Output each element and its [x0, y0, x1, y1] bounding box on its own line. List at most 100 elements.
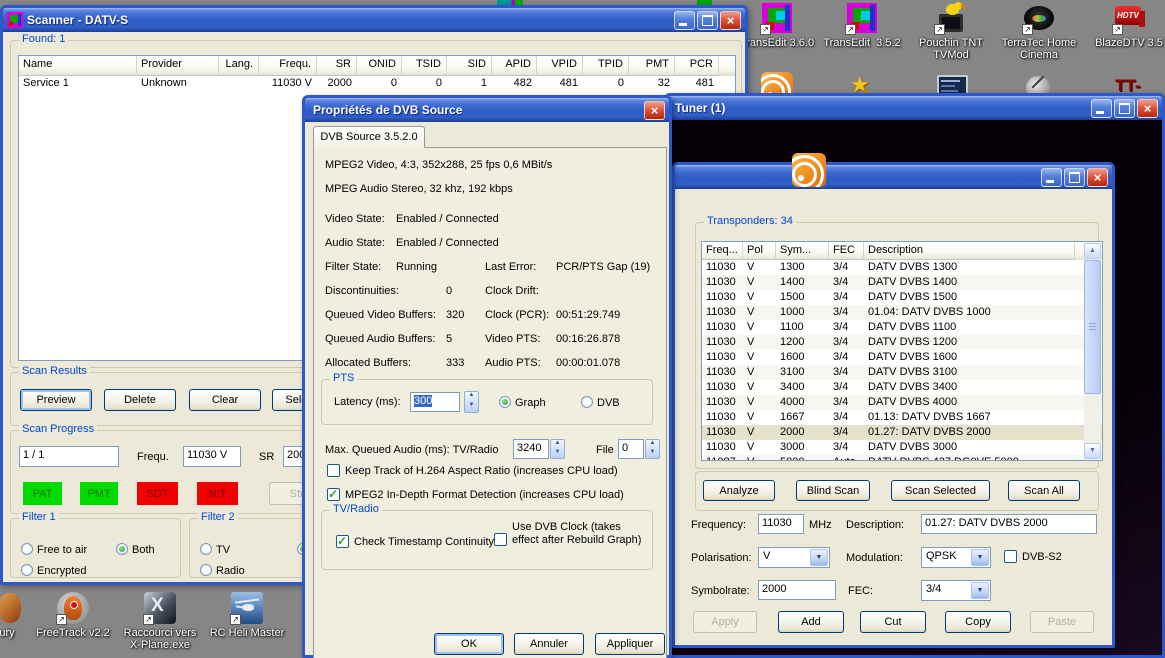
frequ-field[interactable]: 11030 V: [183, 446, 241, 467]
chevron-down-icon[interactable]: ▼: [810, 549, 828, 566]
dialog-titlebar[interactable]: Propriétés de DVB Source ×: [305, 98, 669, 122]
h264-aspect-checkbox[interactable]: [327, 464, 340, 477]
frequency-field[interactable]: 11030: [758, 514, 804, 534]
transponder-column-header[interactable]: Description: [864, 242, 1075, 260]
close-button[interactable]: ×: [644, 101, 665, 120]
service-row[interactable]: Service 1Unknown11030 V20000014824810324…: [19, 76, 735, 94]
scanner-column-header[interactable]: VPID: [537, 56, 583, 76]
minimize-button[interactable]: [1041, 168, 1062, 187]
free-to-air-radio[interactable]: [21, 543, 33, 555]
apply-button[interactable]: Apply: [693, 611, 757, 633]
clear-button[interactable]: Clear: [189, 389, 261, 411]
transponder-row[interactable]: 11030V12003/4DATV DVBS 1200: [702, 335, 1102, 350]
scanner-column-header[interactable]: TSID: [402, 56, 447, 76]
file-field[interactable]: 0: [618, 439, 644, 459]
transponder-row[interactable]: 11030V11003/4DATV DVBS 1100: [702, 320, 1102, 335]
encrypted-radio[interactable]: [21, 564, 33, 576]
transponder-row[interactable]: 11030V15003/4DATV DVBS 1500: [702, 290, 1102, 305]
transponder-row[interactable]: 11030V10003/401.04: DATV DVBS 1000: [702, 305, 1102, 320]
progress-field[interactable]: 1 / 1: [19, 446, 119, 467]
transponder-column-header[interactable]: Pol: [743, 242, 776, 260]
max-queued-spinner[interactable]: ▲▼: [550, 439, 565, 459]
mpeg2-indepth-checkbox[interactable]: [327, 488, 340, 501]
maximize-button[interactable]: [697, 11, 718, 30]
transedit-titlebar[interactable]: ×: [675, 165, 1112, 189]
tuner-titlebar[interactable]: Tuner (1) ×: [667, 96, 1162, 120]
radio-radio[interactable]: [200, 564, 212, 576]
close-button[interactable]: ×: [1087, 168, 1108, 187]
transponder-row[interactable]: 11030V31003/4DATV DVBS 3100: [702, 365, 1102, 380]
transponder-list[interactable]: Freq...PolSym...FECDescription 11030V130…: [701, 241, 1103, 461]
apply-button[interactable]: Appliquer: [595, 633, 665, 655]
scroll-down-button[interactable]: ▼: [1084, 443, 1101, 459]
minimize-button[interactable]: [674, 11, 695, 30]
desktop-icon-xplane[interactable]: X ↗ Raccourci vers X-Plane.exe: [118, 592, 202, 651]
vertical-scrollbar[interactable]: ▲ ▼: [1084, 243, 1101, 459]
dvb-radio[interactable]: [581, 396, 593, 408]
graph-radio[interactable]: [499, 396, 511, 408]
scroll-up-button[interactable]: ▲: [1084, 243, 1101, 259]
transponder-column-header[interactable]: Sym...: [776, 242, 829, 260]
chevron-down-icon[interactable]: ▼: [971, 549, 989, 566]
desktop-icon-transedit-352[interactable]: ↗ TransEdit 3.5.2: [820, 2, 904, 49]
cancel-button[interactable]: Annuler: [514, 633, 584, 655]
max-queued-audio-field[interactable]: 3240: [513, 439, 549, 459]
scanner-column-header[interactable]: ONID: [357, 56, 402, 76]
modulation-combo[interactable]: QPSK ▼: [921, 547, 991, 568]
scanner-column-header[interactable]: PMT: [629, 56, 675, 76]
desktop-icon-freetrack[interactable]: ↗ FreeTrack v2.2: [31, 592, 115, 639]
desktop-icon-terratec[interactable]: ↗ TerraTec Home Cinema: [997, 2, 1081, 61]
transponder-row[interactable]: 11030V16003/4DATV DVBS 1600: [702, 350, 1102, 365]
symbolrate-field[interactable]: 2000: [758, 580, 836, 600]
desktop-icon-rcheli[interactable]: ↗ RC Heli Master: [205, 592, 289, 639]
scanner-column-header[interactable]: TPID: [583, 56, 629, 76]
preview-button[interactable]: Preview: [20, 389, 92, 411]
analyze-button[interactable]: Analyze: [703, 480, 775, 501]
fec-combo[interactable]: 3/4 ▼: [921, 580, 991, 601]
scanner-column-header[interactable]: Name: [19, 56, 137, 76]
scanner-column-header[interactable]: Provider: [137, 56, 219, 76]
cut-button[interactable]: Cut: [860, 611, 926, 633]
maximize-button[interactable]: [1064, 168, 1085, 187]
transponder-row[interactable]: 11030V34003/4DATV DVBS 3400: [702, 380, 1102, 395]
desktop-icon-blazedtv[interactable]: HDTV ↗ BlazeDTV 3.5: [1087, 2, 1165, 49]
desktop-icon-pouchin-tnt[interactable]: ↗ Pouchin TNT TVMod: [909, 2, 993, 61]
transponder-row[interactable]: 11030V30003/4DATV DVBS 3000: [702, 440, 1102, 455]
delete-button[interactable]: Delete: [104, 389, 176, 411]
transponder-row[interactable]: 11030V40003/4DATV DVBS 4000: [702, 395, 1102, 410]
scan-selected-button[interactable]: Scan Selected: [891, 480, 990, 501]
scanner-titlebar[interactable]: Scanner - DATV-S ×: [3, 8, 745, 32]
polarisation-combo[interactable]: V ▼: [758, 547, 830, 568]
timestamp-continuity-checkbox[interactable]: [336, 535, 349, 548]
transponder-row[interactable]: 11030V16673/401.13: DATV DVBS 1667: [702, 410, 1102, 425]
maximize-button[interactable]: [1114, 99, 1135, 118]
transponder-column-header[interactable]: FEC: [829, 242, 864, 260]
latency-spinner[interactable]: ▲▼: [464, 391, 479, 413]
transponder-row[interactable]: 11087V5000AutoDATV DVBS 437 DG0VE 5000: [702, 455, 1102, 461]
scanner-column-header[interactable]: Lang.: [219, 56, 259, 76]
use-dvb-clock-checkbox[interactable]: [494, 533, 507, 546]
paste-button[interactable]: Paste: [1030, 611, 1094, 633]
copy-button[interactable]: Copy: [945, 611, 1011, 633]
scan-all-button[interactable]: Scan All: [1008, 480, 1080, 501]
transponder-row[interactable]: 11030V14003/4DATV DVBS 1400: [702, 275, 1102, 290]
tab-dvb-source[interactable]: DVB Source 3.5.2.0: [313, 126, 425, 148]
scanner-column-header[interactable]: Frequ.: [259, 56, 317, 76]
add-button[interactable]: Add: [778, 611, 844, 633]
scanner-column-header[interactable]: APID: [492, 56, 537, 76]
scanner-column-header[interactable]: PCR: [675, 56, 719, 76]
dvbs2-checkbox[interactable]: [1004, 550, 1017, 563]
both-radio[interactable]: [116, 543, 128, 555]
latency-field[interactable]: 300: [410, 392, 460, 412]
minimize-button[interactable]: [1091, 99, 1112, 118]
transponder-row[interactable]: 11030V20003/401.27: DATV DVBS 2000: [702, 425, 1102, 440]
chevron-down-icon[interactable]: ▼: [971, 582, 989, 599]
tv-radio[interactable]: [200, 543, 212, 555]
scrollbar-thumb[interactable]: [1084, 260, 1101, 394]
file-spinner[interactable]: ▲▼: [645, 439, 660, 459]
scanner-column-header[interactable]: SR: [317, 56, 357, 76]
transponder-row[interactable]: 11030V13003/4DATV DVBS 1300: [702, 260, 1102, 275]
blind-scan-button[interactable]: Blind Scan: [796, 480, 870, 501]
description-field[interactable]: 01.27: DATV DVBS 2000: [921, 514, 1097, 534]
close-button[interactable]: ×: [720, 11, 741, 30]
